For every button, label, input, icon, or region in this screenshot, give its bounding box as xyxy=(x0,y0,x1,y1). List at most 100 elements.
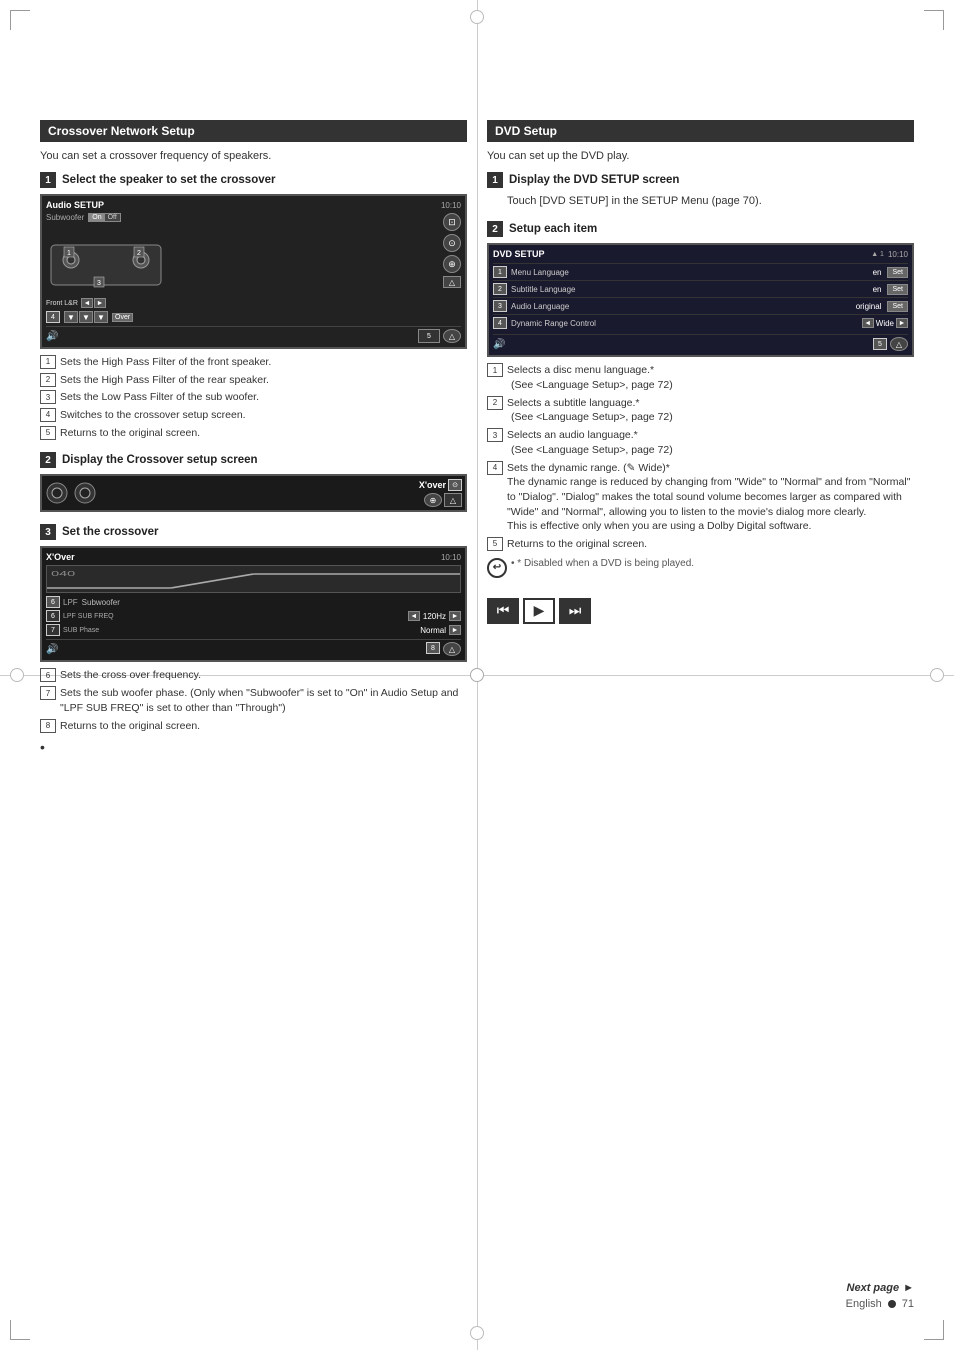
note-icon: ↩ xyxy=(487,558,507,578)
dvd-step2-label: Setup each item xyxy=(509,223,597,235)
dvd-bottom-buttons: 5 △ xyxy=(873,337,908,351)
icon-3-glyph: ⊕ xyxy=(448,259,456,270)
audio-screen-time: 10:10 xyxy=(441,201,461,210)
screen-bottom-buttons: 5 △ xyxy=(418,329,461,343)
lpf-sub-badge: 6 xyxy=(46,610,60,622)
dvd-step2-item-2: 2 Selects a subtitle language.*(See <Lan… xyxy=(487,396,914,425)
dvd-screen-page: ▲ 1 xyxy=(871,251,884,258)
crossover-intro: You can set a crossover frequency of spe… xyxy=(40,150,467,162)
dvd-row-2-set-btn[interactable]: Set xyxy=(887,284,908,295)
crossover-step1-list: 1 Sets the High Pass Filter of the front… xyxy=(40,355,467,440)
note-text: • * Disabled when a DVD is being played. xyxy=(511,558,694,569)
dvd-row-3-set-btn[interactable]: Set xyxy=(887,301,908,312)
dvd-row-3-value: original xyxy=(856,302,882,311)
dvd-row-4-num: 4 xyxy=(493,317,507,329)
lpf-badge: 6 xyxy=(46,596,60,608)
page-language: English xyxy=(846,1298,882,1310)
xover-bottom-nav: 🔊 8 △ xyxy=(46,639,461,656)
xover-nav-icon-2: △ xyxy=(444,493,462,507)
dvd-row-1-set-btn[interactable]: Set xyxy=(887,267,908,278)
front-lr-label: Front L&R xyxy=(46,300,78,307)
playback-forward-icon: ⏭ xyxy=(569,602,582,619)
xover-icon: ⊙ xyxy=(448,479,462,491)
freq-controls: ◄ 120Hz ► xyxy=(114,611,461,621)
nav-btn-2[interactable]: ▼ xyxy=(79,311,93,323)
front-arrow-left[interactable]: ◄ xyxy=(81,298,93,308)
dvd-row-3-num: 3 xyxy=(493,300,507,312)
dvd-screen-time: 10:10 xyxy=(888,250,908,259)
speaker-icon-small-2 xyxy=(73,481,97,505)
screen-btn-5[interactable]: 5 xyxy=(418,329,440,343)
crossover-step1-item-2: 2 Sets the High Pass Filter of the rear … xyxy=(40,373,467,388)
icon-3: ⊕ xyxy=(443,255,461,273)
playback-btn-forward[interactable]: ⏭ xyxy=(559,598,591,624)
crossover-step1-item-1: 1 Sets the High Pass Filter of the front… xyxy=(40,355,467,370)
crossover-step2: 2 Display the Crossover setup screen xyxy=(40,452,467,512)
small-screen-left xyxy=(45,481,97,505)
lpf-label: LPF xyxy=(63,598,78,607)
crossover-small-screen: X'over ⊙ ⊕ △ xyxy=(40,474,467,512)
icon-4: △ xyxy=(443,276,461,288)
dvd-row-3: 3 Audio Language original Set xyxy=(493,297,908,314)
playback-back-icon: ⏮ xyxy=(497,602,510,619)
crossover-step1-label: Select the speaker to set the crossover xyxy=(62,174,276,186)
dvd-row-1-value: en xyxy=(873,268,882,277)
crossover-step3-item-6: 6 Sets the cross over frequency. xyxy=(40,668,467,683)
lpf-sub-freq-label: LPF SUB FREQ xyxy=(63,613,114,620)
phase-controls: Normal ► xyxy=(99,625,461,635)
dvd-screen-title: DVD SETUP xyxy=(493,249,545,259)
dvd-vol-icon: 🔊 xyxy=(493,339,505,350)
crossover-step3-number: 3 xyxy=(40,524,56,540)
icon-2-glyph: ⊙ xyxy=(448,238,456,249)
audio-setup-screen: Audio SETUP 10:10 Subwoofer On Off xyxy=(40,194,467,349)
dvd-step1-label: Display the DVD SETUP screen xyxy=(509,174,679,186)
front-arrows: ◄ ► xyxy=(81,298,106,308)
dvd-row-1-label: Menu Language xyxy=(511,268,873,277)
corner-mark-tl xyxy=(10,10,30,30)
screen-bottom-nav: 🔊 5 △ xyxy=(46,326,461,343)
dvd-row-4-arrow-left[interactable]: ◄ xyxy=(862,318,874,328)
dvd-row-4-label: Dynamic Range Control xyxy=(511,319,862,328)
dvd-section-header: DVD Setup xyxy=(487,120,914,142)
xover-bottom-icon: △ xyxy=(443,642,461,656)
page-number: 71 xyxy=(902,1298,914,1310)
crossover-step1-item-3: 3 Sets the Low Pass Filter of the sub wo… xyxy=(40,390,467,405)
volume-control: 🔊 xyxy=(46,331,58,342)
front-arrow-right[interactable]: ► xyxy=(94,298,106,308)
left-column: Crossover Network Setup You can set a cr… xyxy=(40,120,467,767)
small-screen-right: X'over ⊙ ⊕ △ xyxy=(419,479,462,507)
dvd-step2-number: 2 xyxy=(487,221,503,237)
crossover-step3-list: 6 Sets the cross over frequency. 7 Sets … xyxy=(40,668,467,733)
crossover-step3-item-7: 7 Sets the sub woofer phase. (Only when … xyxy=(40,686,467,715)
svg-text:040: 040 xyxy=(51,571,75,578)
front-lr-controls: Front L&R ◄ ► xyxy=(46,298,439,308)
freq-arrow-left[interactable]: ◄ xyxy=(408,611,420,621)
lpf-sub-freq-row: 6 LPF SUB FREQ ◄ 120Hz ► xyxy=(46,610,461,622)
nav-btn-1[interactable]: ▼ xyxy=(64,311,78,323)
phase-arrow-right[interactable]: ► xyxy=(449,625,461,635)
phase-value: Normal xyxy=(420,626,446,635)
xover-vol-icon: 🔊 xyxy=(46,644,58,655)
nav-btn-3[interactable]: ▼ xyxy=(94,311,108,323)
xover-screen-title: X'Over xyxy=(46,552,75,562)
next-page-arrow: ► xyxy=(903,1282,914,1294)
screen-icon-bottom: △ xyxy=(443,329,461,343)
dvd-row-4-arrow-right[interactable]: ► xyxy=(896,318,908,328)
xover-graph: 040 xyxy=(46,565,461,593)
bottom-controls-row: 4 ▼ ▼ ▼ Over xyxy=(46,311,439,323)
page-info-line: English 71 xyxy=(846,1298,914,1310)
subwoofer-label: Subwoofer xyxy=(46,213,84,222)
sub-phase-badge: 7 xyxy=(46,624,60,636)
freq-arrow-right[interactable]: ► xyxy=(449,611,461,621)
off-label: Off xyxy=(105,214,120,221)
playback-btn-play[interactable]: ▶ xyxy=(523,598,555,624)
playback-btn-back[interactable]: ⏮ xyxy=(487,598,519,624)
dvd-row-2-value: en xyxy=(873,285,882,294)
corner-mark-br xyxy=(924,1320,944,1340)
lpf-row: 6 LPF Subwoofer xyxy=(46,596,461,608)
extra-bullet: • xyxy=(40,739,467,755)
page-footer: Next page ► English 71 xyxy=(846,1282,914,1310)
xover-nav-icon-1: ⊕ xyxy=(424,493,442,507)
dvd-screen-titlebar: DVD SETUP ▲ 1 10:10 xyxy=(493,249,908,259)
freq-value: 120Hz xyxy=(423,612,446,621)
